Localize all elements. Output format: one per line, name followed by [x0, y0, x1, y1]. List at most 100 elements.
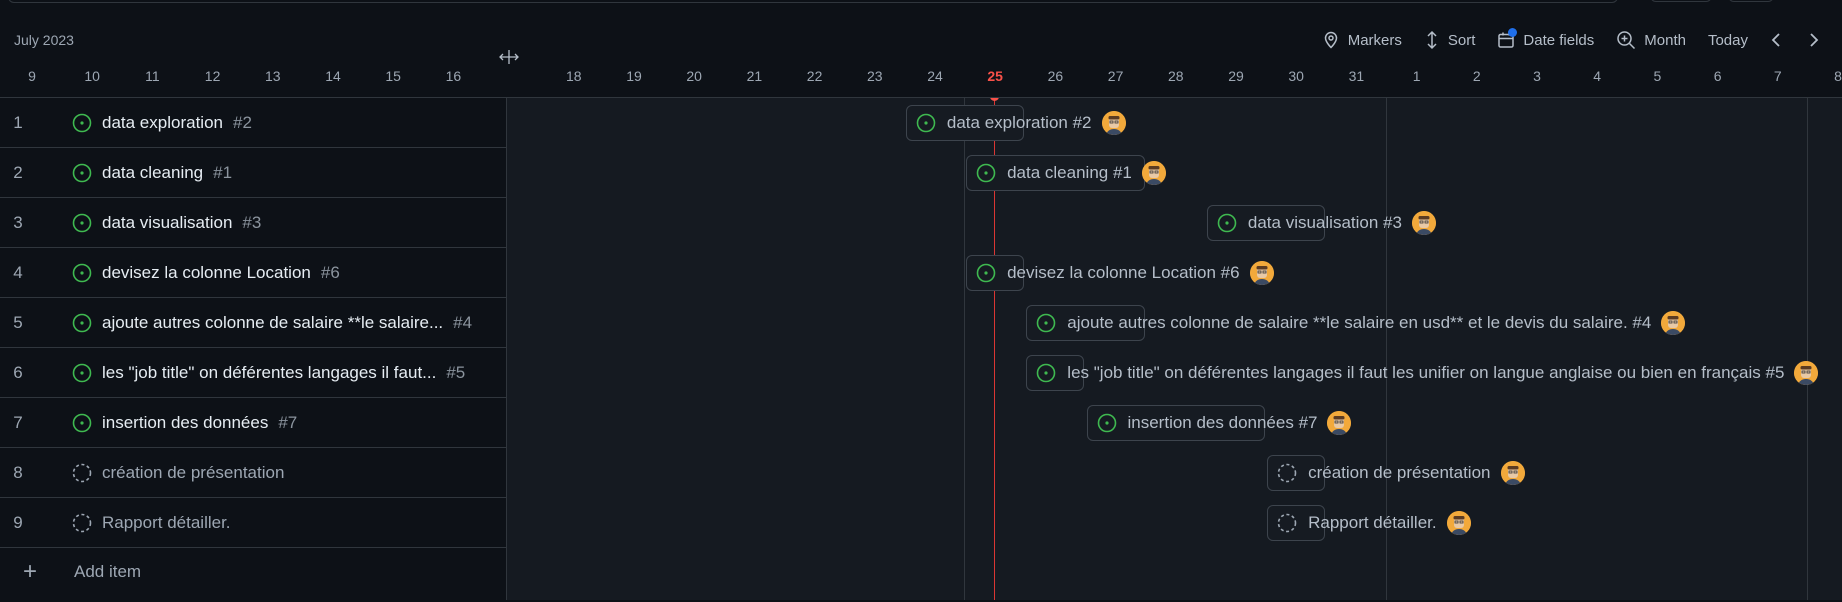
day-label: 11 — [145, 68, 160, 84]
timeline-bar[interactable]: ajoute autres colonne de salaire **le sa… — [1026, 305, 1686, 341]
assignee-avatar[interactable] — [1327, 411, 1352, 435]
table-row[interactable]: 1 data exploration #2 — [0, 98, 507, 148]
table-row[interactable]: 9 Rapport détailler. — [0, 498, 507, 548]
timeline-header: July 2023 Markers Sort Date fields Month… — [0, 20, 1842, 98]
markers-button[interactable]: Markers — [1322, 31, 1402, 49]
assignee-avatar[interactable] — [1249, 261, 1274, 285]
draft-issue-icon — [72, 463, 92, 483]
item-title[interactable]: ajoute autres colonne de salaire **le sa… — [102, 313, 443, 333]
day-scale: 9 10 11 12 13 14 15 16 18 19 20 21 22 23 24 25 26 27 28 29 3… — [0, 66, 1842, 90]
zoom-month-button[interactable]: Month — [1616, 30, 1686, 50]
item-title[interactable]: création de présentation — [102, 463, 284, 483]
date-fields-button[interactable]: Date fields — [1497, 28, 1595, 49]
table-row[interactable]: 8 création de présentation — [0, 448, 507, 498]
table-row[interactable]: 4 devisez la colonne Location #6 — [0, 248, 507, 298]
row-number: 6 — [13, 362, 23, 382]
bar-label: data visualisation #3 — [1247, 213, 1402, 232]
day-label: 12 — [204, 68, 221, 84]
bar-label: devisez la colonne Location #6 — [1007, 263, 1240, 282]
week-gridline — [1806, 98, 1808, 600]
issue-number: #2 — [232, 112, 252, 132]
issue-open-icon — [72, 313, 92, 333]
timeline-bar[interactable]: devisez la colonne Location #6 — [966, 255, 1274, 291]
day-label: 2 — [1472, 68, 1481, 84]
item-title[interactable]: data visualisation — [102, 213, 232, 233]
item-title[interactable]: les "job title" on déférentes langages i… — [102, 363, 436, 383]
assignee-avatar[interactable] — [1411, 211, 1436, 235]
bar-label: ajoute autres colonne de salaire **le sa… — [1067, 313, 1652, 332]
timeline-toolbar: Markers Sort Date fields Month Today — [1300, 28, 1820, 52]
add-item-button[interactable]: + Add item — [0, 547, 507, 597]
table-row[interactable]: 6 les "job title" on déférentes langages … — [0, 348, 507, 398]
day-label: 18 — [566, 68, 582, 84]
item-title[interactable]: devisez la colonne Location — [102, 263, 311, 283]
table-row[interactable]: 2 data cleaning #1 — [0, 148, 507, 198]
zoom-label: Month — [1644, 31, 1686, 49]
assignee-avatar[interactable] — [1500, 461, 1525, 485]
issue-open-icon — [1036, 363, 1056, 383]
pane-resize-handle[interactable] — [497, 46, 521, 68]
bar-label: Rapport détailler. — [1308, 513, 1437, 532]
day-label: 15 — [385, 68, 401, 84]
top-button-edge[interactable] — [1650, 0, 1712, 2]
timeline-bar[interactable]: data visualisation #3 — [1206, 205, 1436, 241]
day-label: 20 — [686, 68, 702, 84]
next-button[interactable] — [1806, 32, 1820, 48]
day-label: 31 — [1348, 68, 1365, 84]
day-label: 16 — [445, 68, 462, 84]
row-number: 2 — [13, 162, 23, 182]
assignee-avatar[interactable] — [1141, 161, 1166, 185]
assignee-avatar[interactable] — [1794, 361, 1819, 385]
day-label: 21 — [746, 68, 763, 84]
table-row[interactable]: 3 data visualisation #3 — [0, 198, 507, 248]
previous-button[interactable] — [1770, 32, 1784, 48]
day-label: 6 — [1713, 68, 1722, 84]
date-fields-label: Date fields — [1523, 31, 1595, 49]
row-number: 4 — [13, 262, 23, 282]
issue-open-icon — [1217, 213, 1237, 233]
top-button-edge[interactable] — [1728, 0, 1774, 2]
item-title[interactable]: Rapport détailler. — [102, 513, 231, 533]
timeline-bar[interactable]: insertion des données #7 — [1086, 405, 1352, 441]
issue-number: #3 — [242, 212, 262, 232]
day-label: 25 — [987, 68, 1003, 84]
timeline-bar[interactable]: data cleaning #1 — [966, 155, 1166, 191]
item-title[interactable]: insertion des données — [102, 413, 268, 433]
zoom-in-icon — [1617, 31, 1636, 50]
day-label: 14 — [325, 68, 341, 84]
issue-open-icon — [976, 163, 996, 183]
issue-number: #6 — [320, 262, 340, 282]
row-number: 3 — [13, 212, 23, 232]
bar-label: les "job title" on déférentes langages i… — [1067, 363, 1785, 382]
day-label: 9 — [28, 68, 36, 84]
assignee-avatar[interactable] — [1446, 511, 1471, 535]
timeline-bar[interactable]: data exploration #2 — [905, 105, 1126, 141]
assignee-avatar[interactable] — [1661, 311, 1686, 335]
timeline-bar[interactable]: Rapport détailler. — [1267, 505, 1471, 541]
bar-label: création de présentation — [1308, 463, 1491, 482]
row-number: 5 — [13, 312, 23, 332]
add-item-label: Add item — [74, 562, 142, 581]
timeline-bar[interactable]: les "job title" on déférentes langages i… — [1026, 355, 1819, 391]
draft-issue-icon — [72, 513, 92, 533]
today-button[interactable]: Today — [1708, 32, 1748, 49]
row-number: 1 — [13, 112, 23, 132]
top-strip — [0, 0, 1842, 20]
item-title[interactable]: data exploration — [102, 113, 223, 133]
today-marker-dot — [990, 98, 1000, 101]
issue-open-icon — [1036, 313, 1056, 333]
assignee-avatar[interactable] — [1101, 111, 1126, 135]
day-label: 29 — [1228, 68, 1244, 84]
search-bar-edge[interactable] — [8, 0, 1618, 3]
issue-number: #4 — [453, 312, 473, 332]
issue-number: #1 — [213, 162, 233, 182]
table-row[interactable]: 7 insertion des données #7 — [0, 398, 507, 448]
timeline-bar[interactable]: création de présentation — [1267, 455, 1525, 491]
day-label: 13 — [265, 68, 281, 84]
draft-issue-icon — [1277, 513, 1297, 533]
item-title[interactable]: data cleaning — [102, 163, 203, 183]
sort-button[interactable]: Sort — [1424, 30, 1475, 50]
table-row[interactable]: 5 ajoute autres colonne de salaire **le s… — [0, 298, 507, 348]
issue-open-icon — [72, 113, 92, 133]
issue-open-icon — [976, 263, 996, 283]
